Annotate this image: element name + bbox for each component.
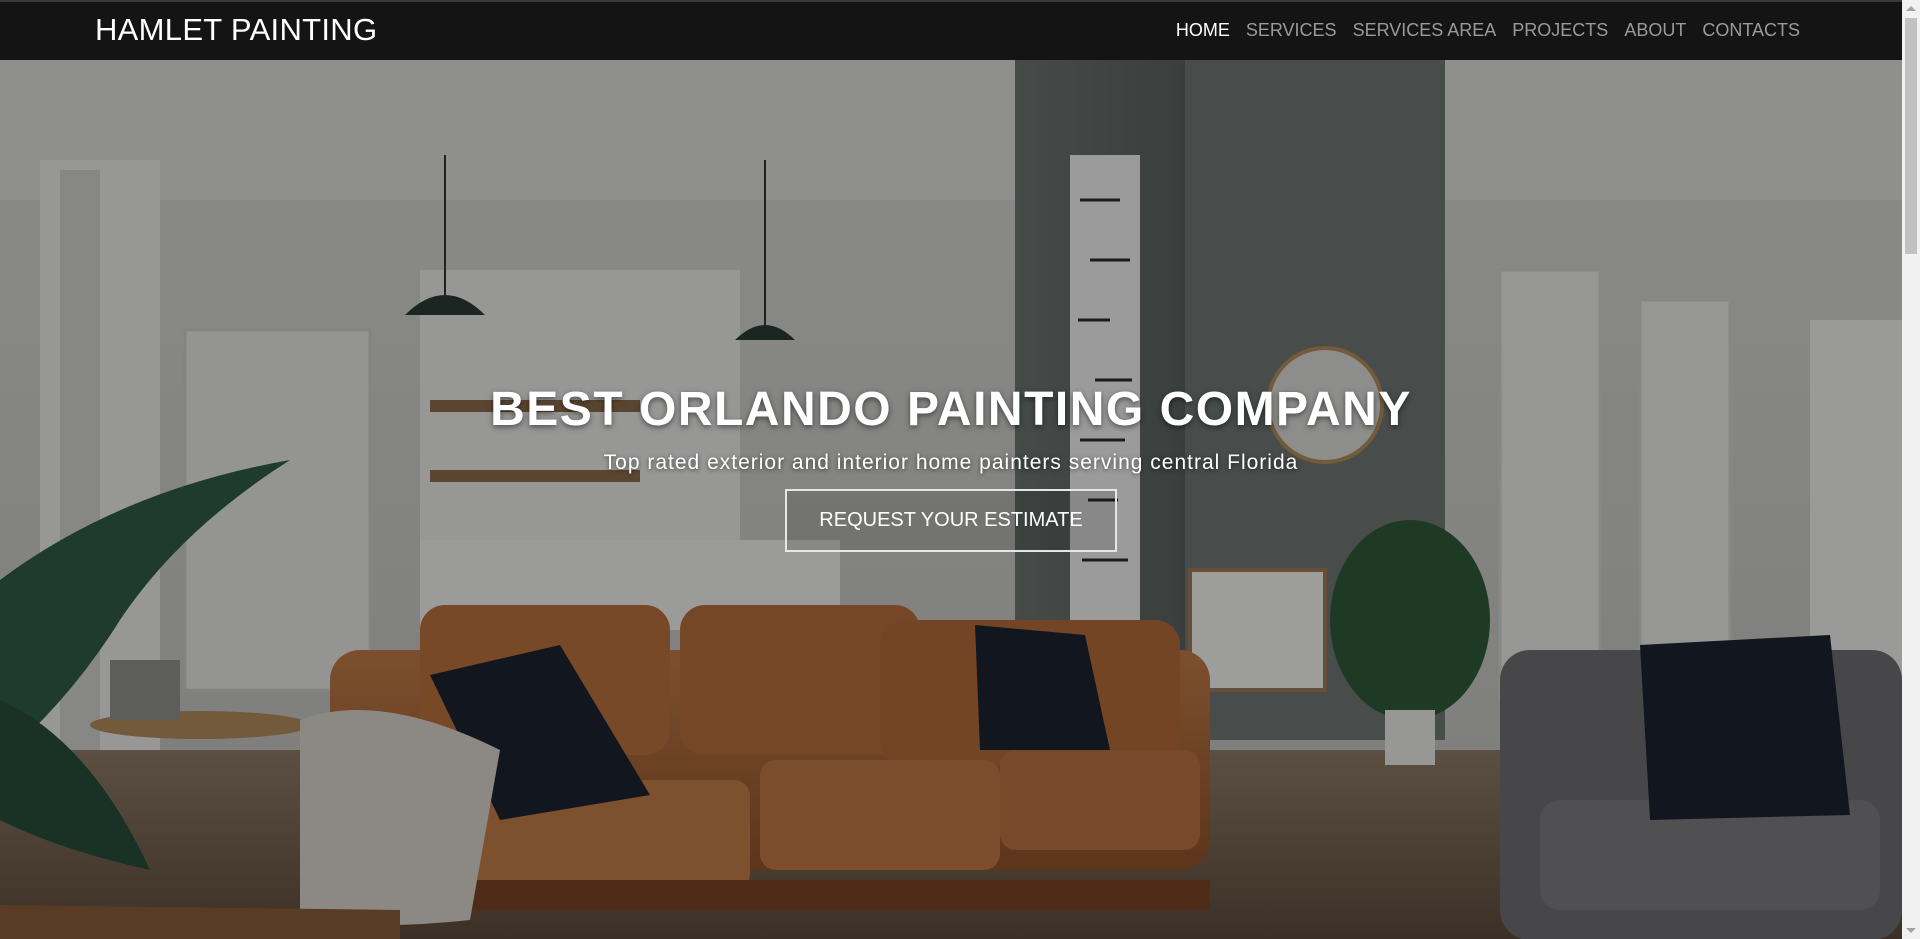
nav-link-services-area[interactable]: SERVICES AREA: [1353, 20, 1497, 40]
nav-item-services-area: SERVICES AREA: [1353, 20, 1497, 41]
brand-logo-link[interactable]: HAMLET PAINTING: [95, 12, 377, 48]
scroll-up-arrow-icon[interactable]: [1906, 6, 1916, 11]
scroll-down-arrow-icon[interactable]: [1906, 928, 1916, 933]
nav-link-services[interactable]: SERVICES: [1246, 20, 1337, 40]
nav-item-about: ABOUT: [1624, 20, 1686, 41]
request-estimate-button[interactable]: REQUEST YOUR ESTIMATE: [785, 489, 1117, 552]
nav-link-about[interactable]: ABOUT: [1624, 20, 1686, 40]
scrollbar-thumb[interactable]: [1905, 18, 1917, 254]
nav-item-services: SERVICES: [1246, 20, 1337, 41]
nav-link-home[interactable]: HOME: [1176, 20, 1230, 40]
hero-section: BEST ORLANDO PAINTING COMPANY Top rated …: [0, 60, 1902, 939]
page-scrollbar[interactable]: [1902, 0, 1920, 939]
hero-subtitle: Top rated exterior and interior home pai…: [603, 451, 1299, 474]
nav-link-projects[interactable]: PROJECTS: [1512, 20, 1608, 40]
top-navbar: HAMLET PAINTING HOME SERVICES SERVICES A…: [0, 0, 1902, 60]
hero-title: BEST ORLANDO PAINTING COMPANY: [490, 383, 1412, 436]
hero-content: BEST ORLANDO PAINTING COMPANY Top rated …: [0, 382, 1902, 552]
nav-link-contacts[interactable]: CONTACTS: [1702, 20, 1800, 40]
nav-item-projects: PROJECTS: [1512, 20, 1608, 41]
main-nav: HOME SERVICES SERVICES AREA PROJECTS ABO…: [1176, 20, 1800, 41]
nav-item-contacts: CONTACTS: [1702, 20, 1800, 41]
page: HAMLET PAINTING HOME SERVICES SERVICES A…: [0, 0, 1920, 939]
nav-item-home: HOME: [1176, 20, 1230, 41]
